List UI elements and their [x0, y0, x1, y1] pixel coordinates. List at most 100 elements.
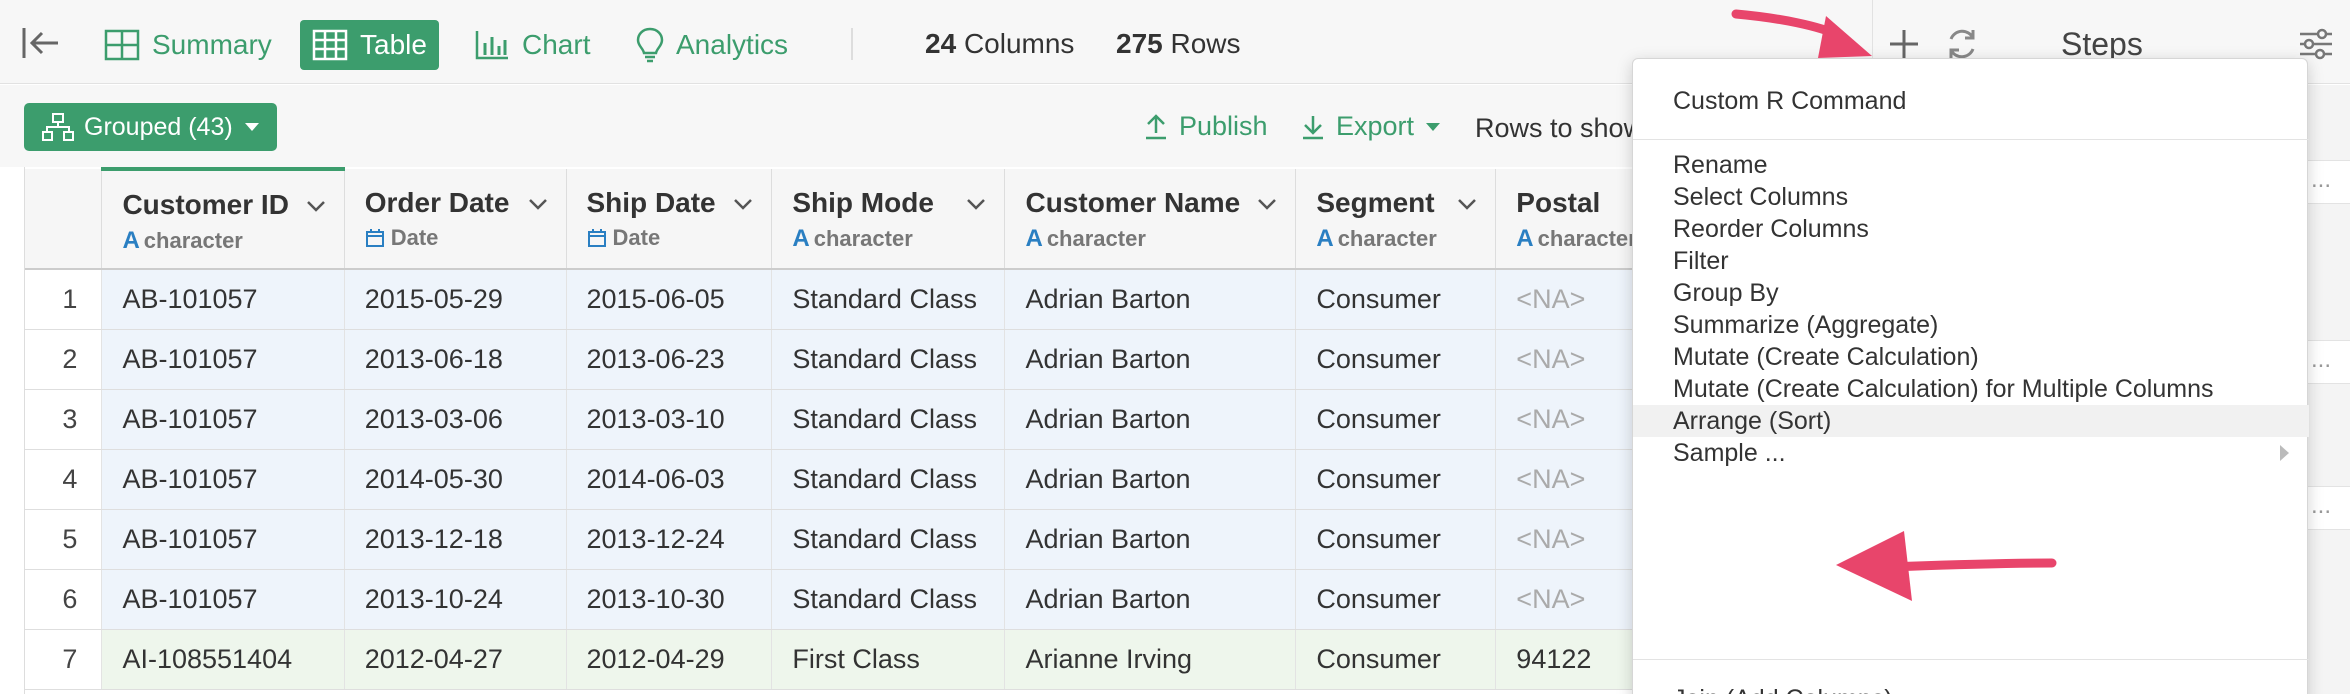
- table-cell[interactable]: Adrian Barton: [1004, 509, 1297, 570]
- table-cell[interactable]: Standard Class: [771, 389, 1006, 450]
- chevron-down-icon[interactable]: [306, 199, 326, 213]
- table-icon: [312, 29, 348, 61]
- menu-separator: [1633, 139, 2309, 140]
- download-icon: [1303, 115, 1323, 139]
- row-number: 6: [25, 569, 103, 630]
- column-header[interactable]: Segment Acharacter: [1295, 169, 1497, 270]
- grouped-label: Grouped (43): [84, 112, 233, 141]
- table-cell[interactable]: 2013-03-10: [566, 389, 773, 450]
- table-cell[interactable]: 2015-06-05: [566, 269, 773, 330]
- table-row[interactable]: 3 AB-101057 2013-03-06 2013-03-10 Standard C…: [25, 389, 1872, 450]
- table-cell[interactable]: 2013-12-18: [344, 509, 567, 570]
- tab-analytics[interactable]: Analytics: [624, 20, 800, 70]
- table-row[interactable]: 5 AB-101057 2013-12-18 2013-12-24 Standard C…: [25, 509, 1872, 570]
- table-cell[interactable]: AI-108551404: [101, 629, 345, 690]
- table-cell[interactable]: Consumer: [1295, 509, 1497, 570]
- menu-item[interactable]: Sample ...: [1633, 437, 2309, 469]
- table-cell[interactable]: 2015-05-29: [344, 269, 567, 330]
- column-header[interactable]: Order Date Date: [344, 169, 567, 270]
- table-cell[interactable]: Consumer: [1295, 569, 1497, 630]
- column-type-label: character: [1046, 226, 1146, 251]
- column-header[interactable]: Customer ID Acharacter: [101, 167, 345, 270]
- table-cell[interactable]: AB-101057: [101, 449, 345, 510]
- row-number: 7: [25, 629, 103, 690]
- menu-item[interactable]: Filter: [1633, 245, 2309, 277]
- table-cell[interactable]: 2013-12-24: [566, 509, 773, 570]
- menu-item[interactable]: Rename: [1633, 149, 2309, 181]
- table-cell[interactable]: 2013-10-24: [344, 569, 567, 630]
- chevron-down-icon[interactable]: [966, 197, 986, 211]
- tab-table[interactable]: Table: [300, 20, 439, 70]
- table-cell[interactable]: AB-101057: [101, 509, 345, 570]
- table-cell[interactable]: AB-101057: [101, 329, 345, 390]
- menu-item-label: Filter: [1673, 247, 1729, 275]
- column-header[interactable]: Ship Date Date: [566, 169, 773, 270]
- export-button[interactable]: Export: [1300, 111, 1441, 142]
- table-cell[interactable]: Adrian Barton: [1004, 389, 1297, 450]
- table-cell[interactable]: Standard Class: [771, 329, 1006, 390]
- table-cell[interactable]: Adrian Barton: [1004, 569, 1297, 630]
- table-cell[interactable]: AB-101057: [101, 389, 345, 450]
- table-cell[interactable]: Adrian Barton: [1004, 269, 1297, 330]
- column-name: Order Date: [364, 187, 510, 218]
- table-cell[interactable]: 2012-04-27: [344, 629, 567, 690]
- table-cell[interactable]: AB-101057: [101, 269, 345, 330]
- column-type: Acharacter: [1025, 225, 1275, 253]
- character-type-icon: A: [1516, 225, 1534, 252]
- table-cell[interactable]: 2014-05-30: [344, 449, 567, 510]
- menu-item[interactable]: Group By: [1633, 277, 2309, 309]
- tab-summary[interactable]: Summary: [92, 20, 284, 70]
- table-cell[interactable]: Consumer: [1295, 629, 1497, 690]
- table-cell[interactable]: First Class: [771, 629, 1006, 690]
- table-cell[interactable]: Adrian Barton: [1004, 329, 1297, 390]
- chevron-down-icon[interactable]: [528, 197, 548, 211]
- menu-item[interactable]: Select Columns: [1633, 181, 2309, 213]
- table-cell[interactable]: Standard Class: [771, 509, 1006, 570]
- tab-chart[interactable]: Chart: [462, 20, 602, 70]
- table-cell[interactable]: Arianne Irving: [1004, 629, 1297, 690]
- menu-item[interactable]: Mutate (Create Calculation) for Multiple…: [1633, 373, 2309, 405]
- table-cell[interactable]: Consumer: [1295, 449, 1497, 510]
- menu-item-join[interactable]: Join (Add Columns): [1633, 675, 2309, 694]
- table-cell[interactable]: Standard Class: [771, 269, 1006, 330]
- table-cell[interactable]: AB-101057: [101, 569, 345, 630]
- chevron-down-icon: [1426, 122, 1441, 131]
- table-row[interactable]: 1 AB-101057 2015-05-29 2015-06-05 Standard C…: [25, 269, 1872, 330]
- table-cell[interactable]: Standard Class: [771, 449, 1006, 510]
- publish-button[interactable]: Publish: [1143, 111, 1268, 142]
- table-cell[interactable]: 2014-06-03: [566, 449, 773, 510]
- menu-item-custom-r-command[interactable]: Custom R Command: [1633, 77, 2309, 125]
- table-cell[interactable]: 2012-04-29: [566, 629, 773, 690]
- menu-item[interactable]: Arrange (Sort): [1633, 405, 2309, 437]
- table-cell[interactable]: Consumer: [1295, 269, 1497, 330]
- column-header[interactable]: Ship Mode Acharacter: [771, 169, 1006, 270]
- table-cell[interactable]: Adrian Barton: [1004, 449, 1297, 510]
- menu-item[interactable]: Reorder Columns: [1633, 213, 2309, 245]
- menu-item-label: Summarize (Aggregate): [1673, 311, 1939, 339]
- table-cell[interactable]: 2013-10-30: [566, 569, 773, 630]
- table-row[interactable]: 6 AB-101057 2013-10-24 2013-10-30 Standard C…: [25, 569, 1872, 630]
- grouped-dropdown-button[interactable]: Grouped (43): [24, 103, 277, 151]
- column-header[interactable]: Customer Name Acharacter: [1004, 169, 1297, 270]
- table-row[interactable]: 4 AB-101057 2014-05-30 2014-06-03 Standard C…: [25, 449, 1872, 510]
- chevron-down-icon[interactable]: [1457, 197, 1477, 211]
- table-cell[interactable]: 2013-06-18: [344, 329, 567, 390]
- menu-item-label: Mutate (Create Calculation): [1673, 343, 1979, 371]
- menu-item-label: Sample ...: [1673, 439, 1786, 467]
- menu-item[interactable]: Mutate (Create Calculation): [1633, 341, 2309, 373]
- menu-item[interactable]: Summarize (Aggregate): [1633, 309, 2309, 341]
- table-cell[interactable]: 2013-03-06: [344, 389, 567, 450]
- column-type: Date: [587, 225, 752, 251]
- table-row[interactable]: 7 AI-108551404 2012-04-27 2012-04-29 First C…: [25, 629, 1872, 690]
- table-row[interactable]: 2 AB-101057 2013-06-18 2013-06-23 Standard C…: [25, 329, 1872, 390]
- row-number-header: [25, 169, 103, 270]
- chevron-down-icon[interactable]: [1257, 197, 1277, 211]
- table-cell[interactable]: Consumer: [1295, 329, 1497, 390]
- collapse-sidebar-icon[interactable]: [20, 22, 62, 64]
- row-number: 3: [25, 389, 103, 450]
- table-cell[interactable]: 2013-06-23: [566, 329, 773, 390]
- table-cell[interactable]: Standard Class: [771, 569, 1006, 630]
- table-cell[interactable]: Consumer: [1295, 389, 1497, 450]
- chevron-down-icon[interactable]: [733, 197, 753, 211]
- character-type-icon: A: [122, 227, 140, 254]
